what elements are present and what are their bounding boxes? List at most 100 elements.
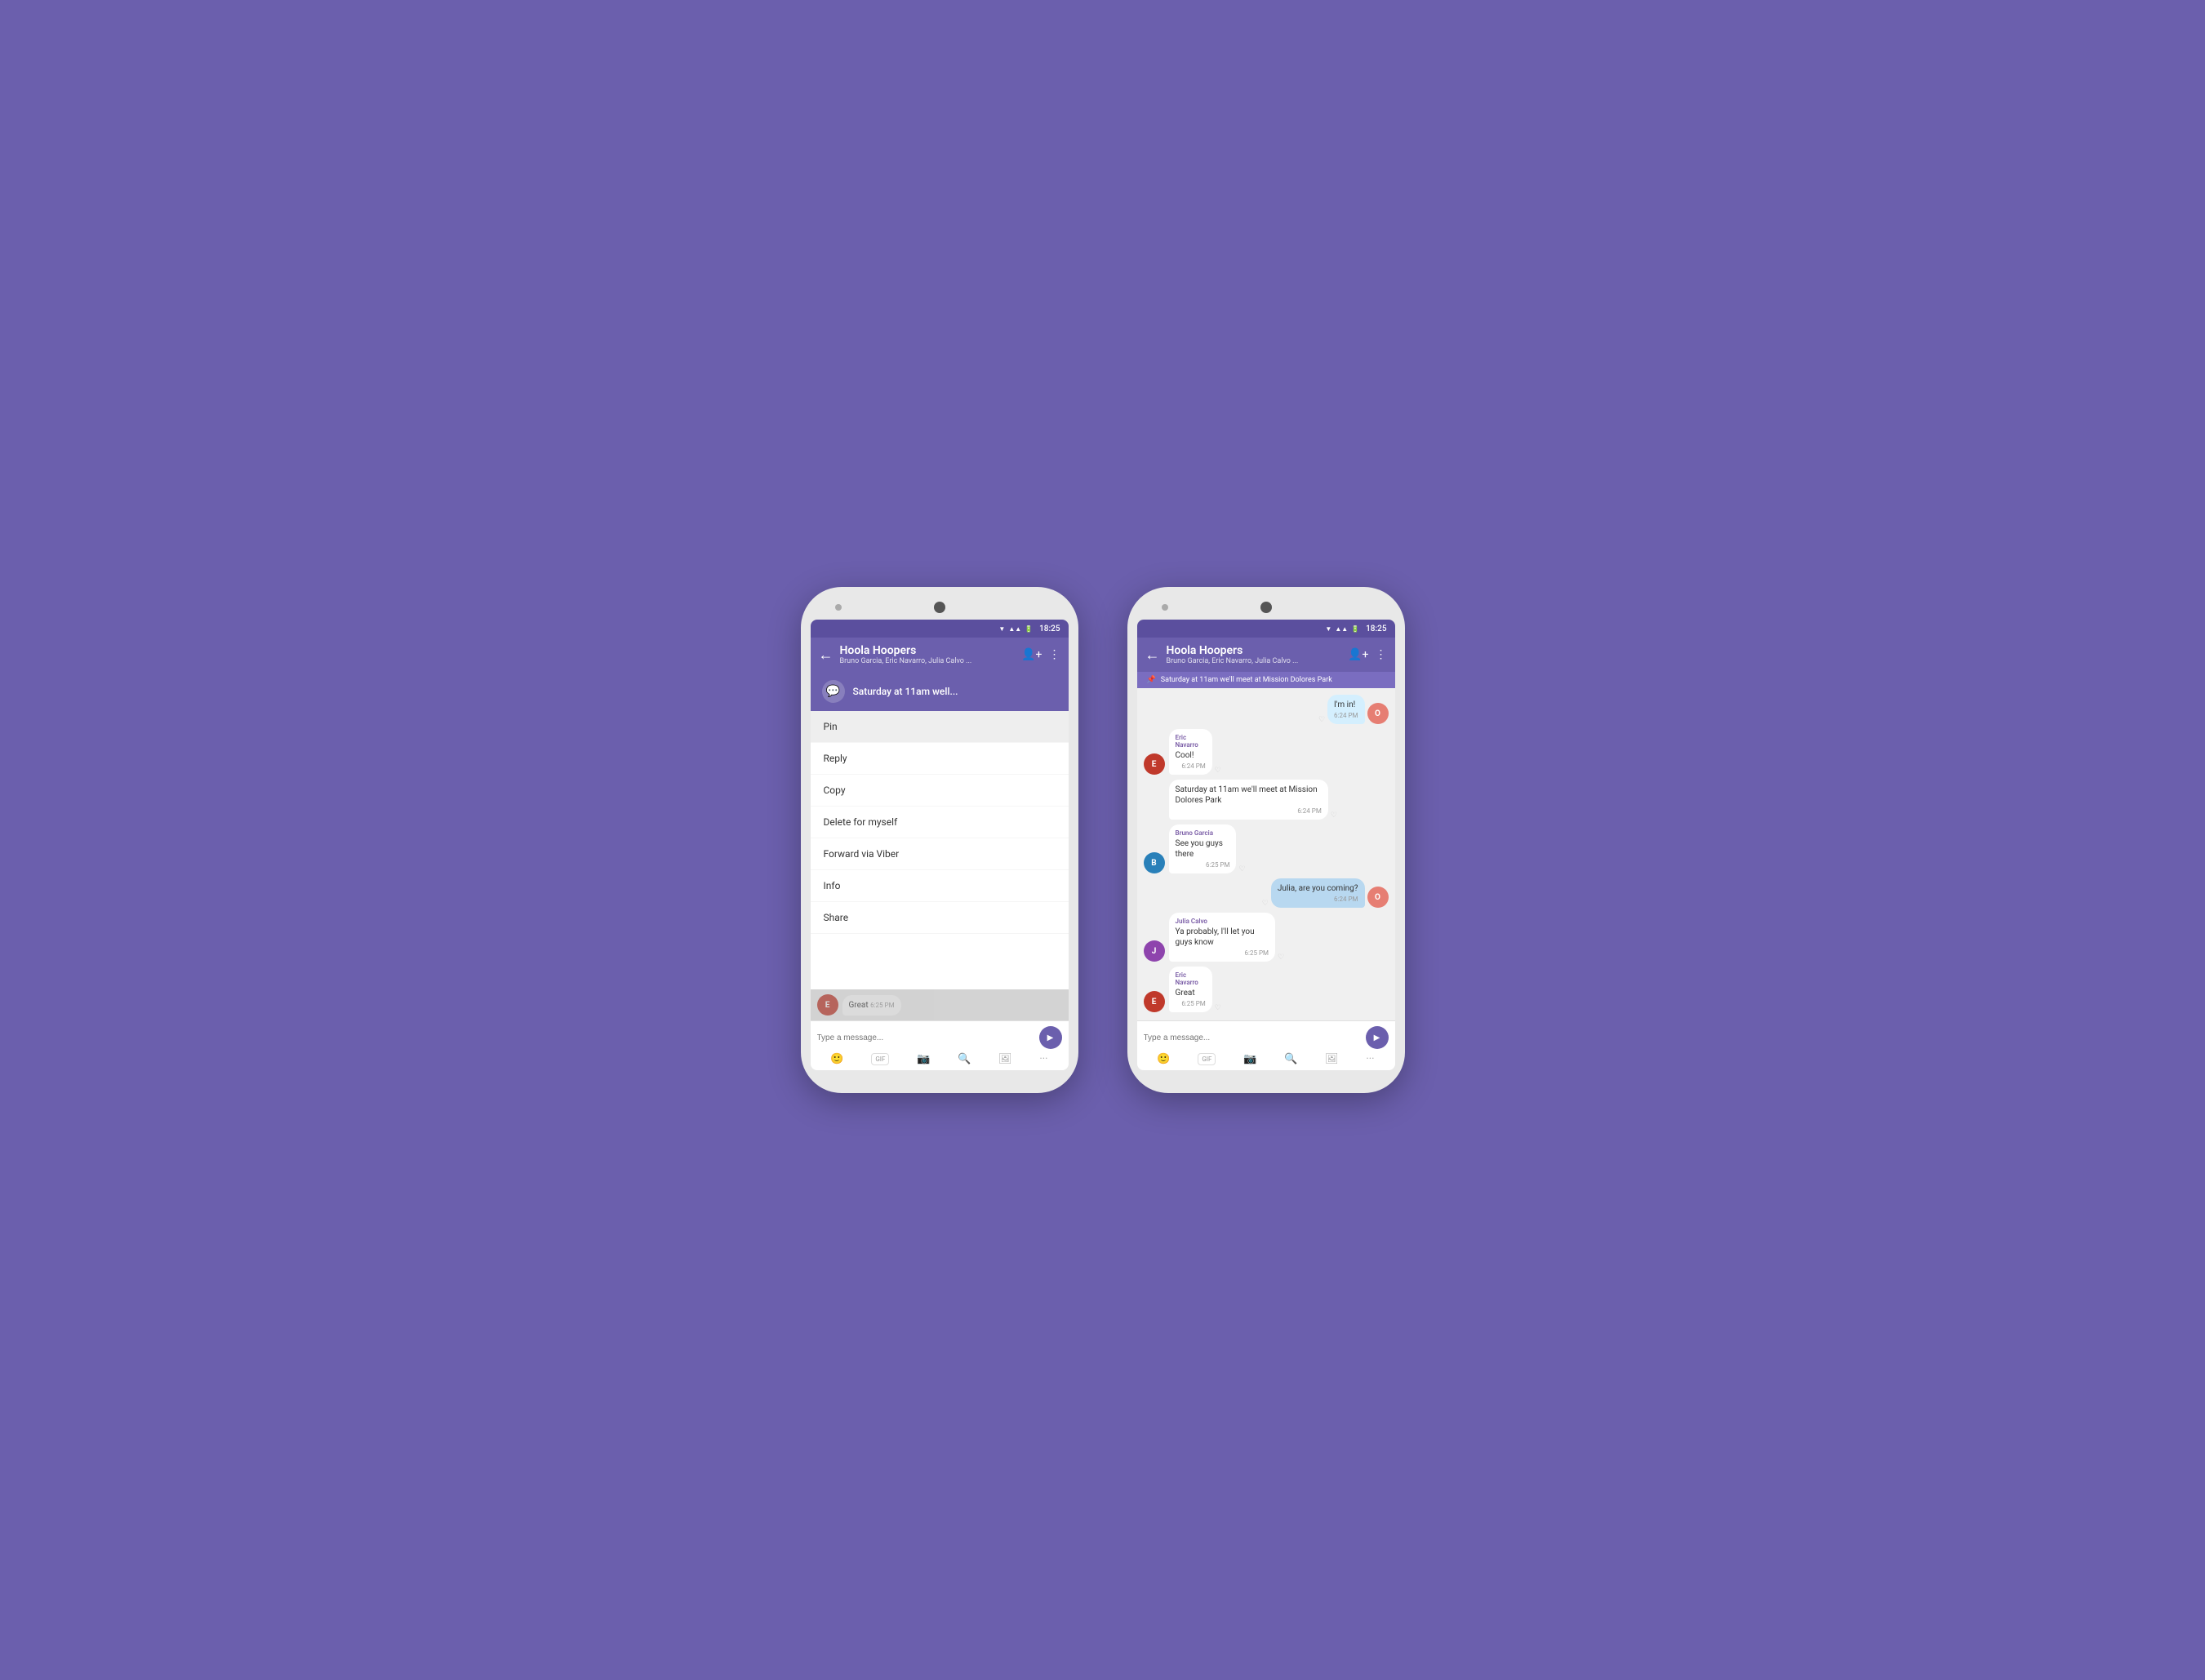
sender-bruno: Bruno Garcia <box>1176 829 1230 837</box>
msg-row-great-left: E Great 6:25 PM <box>817 994 1062 1016</box>
header-title-right: Hoola Hoopers <box>1167 644 1342 657</box>
pinned-banner[interactable]: 📌 Saturday at 11am we'll meet at Mission… <box>1137 672 1395 688</box>
search-icon-left[interactable]: 🔍 <box>958 1053 971 1065</box>
screen-right: ▼ ▲▲ 🔋 18:25 ← Hoola Hoopers Bruno Garci… <box>1137 620 1395 1070</box>
dot-right <box>1038 604 1044 611</box>
battery-icon-right: 🔋 <box>1351 625 1359 633</box>
status-bar-left: ▼ ▲▲ 🔋 18:25 <box>811 620 1069 638</box>
camera-icon-right[interactable]: 📷 <box>1243 1053 1256 1065</box>
add-person-icon-left[interactable]: 👤+ <box>1021 648 1042 661</box>
avatar-outgoing-1: O <box>1367 703 1389 724</box>
msg-row-julia-q: ♡ Julia, are you coming? 6:24 PM O <box>1144 878 1389 908</box>
send-button-left[interactable]: ▶ <box>1039 1026 1062 1049</box>
phone-left: ▼ ▲▲ 🔋 18:25 ← Hoola Hoopers Bruno Garci… <box>801 587 1078 1093</box>
send-icon-left: ▶ <box>1047 1033 1054 1042</box>
msg-with-heart-1: ♡ I'm in! 6:24 PM O <box>1318 695 1389 724</box>
more-toolbar-icon-right[interactable]: ··· <box>1366 1053 1374 1065</box>
status-time-left: 18:25 <box>1039 624 1060 633</box>
chat-area-left: Today I'm in! 6:24 PM � <box>811 672 1069 1020</box>
avatar-great-left: E <box>817 994 838 1016</box>
heart-icon-1[interactable]: ♡ <box>1318 716 1325 724</box>
context-menu-item-forward[interactable]: Forward via Viber <box>811 838 1069 870</box>
context-menu-item-reply[interactable]: Reply <box>811 743 1069 775</box>
header-subtitle-left: Bruno Garcia, Eric Navarro, Julia Calvo … <box>840 657 1016 665</box>
back-button-right[interactable]: ← <box>1145 647 1160 664</box>
bubble-julia-ans: Julia Calvo Ya probably, I'll let you gu… <box>1169 913 1275 962</box>
header-info-right: Hoola Hoopers Bruno Garcia, Eric Navarro… <box>1167 644 1342 665</box>
more-icon-left[interactable]: ⋮ <box>1049 648 1060 661</box>
bottom-visible-msgs: E Great 6:25 PM <box>811 989 1069 1020</box>
header-info-left: Hoola Hoopers Bruno Garcia, Eric Navarro… <box>840 644 1016 665</box>
msg-row-seeyou: B Bruno Garcia See you guys there 6:25 P… <box>1144 824 1389 873</box>
gallery-icon-right[interactable]: 🖼 <box>1325 1053 1339 1065</box>
chat-area-right: ♡ I'm in! 6:24 PM O E <box>1137 688 1395 1020</box>
gif-button-right[interactable]: GIF <box>1198 1053 1216 1065</box>
message-input-right[interactable] <box>1144 1033 1361 1042</box>
context-menu-item-share[interactable]: Share <box>811 902 1069 934</box>
emoji-icon-left[interactable]: 🙂 <box>830 1053 843 1065</box>
header-icons-right: 👤+ ⋮ <box>1348 648 1386 661</box>
signal-icon-left: ▲▲ <box>1008 625 1021 633</box>
heart-icon-5[interactable]: ♡ <box>1262 900 1269 908</box>
avatar-outgoing-2: O <box>1367 887 1389 908</box>
status-icons-left: ▼ ▲▲ 🔋 18:25 <box>998 624 1060 633</box>
message-input-left[interactable] <box>817 1033 1034 1042</box>
status-time-right: 18:25 <box>1366 624 1386 633</box>
gif-button-left[interactable]: GIF <box>871 1053 889 1065</box>
battery-icon-left: 🔋 <box>1025 625 1033 633</box>
heart-icon-4[interactable]: ♡ <box>1238 865 1245 873</box>
status-bar-right: ▼ ▲▲ 🔋 18:25 <box>1137 620 1395 638</box>
wifi-icon-right: ▼ <box>1325 625 1331 633</box>
input-row-left: ▶ <box>817 1026 1062 1049</box>
camera-icon-left[interactable]: 📷 <box>917 1053 930 1065</box>
gallery-icon-left[interactable]: 🖼 <box>998 1053 1012 1065</box>
header-subtitle-right: Bruno Garcia, Eric Navarro, Julia Calvo … <box>1167 657 1342 665</box>
phone-top-left <box>811 602 1069 620</box>
context-menu-item-pin[interactable]: Pin <box>811 711 1069 743</box>
context-menu-body: Pin Reply Copy Delete for myself Forward… <box>811 711 1069 989</box>
avatar-eric-1: E <box>1144 753 1165 775</box>
msg-row-saturday: Saturday at 11am we'll meet at Mission D… <box>1144 780 1389 820</box>
msg-row-im-in: ♡ I'm in! 6:24 PM O <box>1144 695 1389 724</box>
context-menu-item-info[interactable]: Info <box>811 870 1069 902</box>
context-menu-item-delete[interactable]: Delete for myself <box>811 807 1069 838</box>
send-icon-right: ▶ <box>1374 1033 1380 1042</box>
header-title-left: Hoola Hoopers <box>840 644 1016 657</box>
send-button-right[interactable]: ▶ <box>1366 1026 1389 1049</box>
heart-icon-2[interactable]: ♡ <box>1215 767 1221 775</box>
back-button-left[interactable]: ← <box>819 647 834 664</box>
dot-left-right <box>1162 604 1168 611</box>
heart-icon-6[interactable]: ♡ <box>1278 953 1284 962</box>
bubble-im-in: I'm in! 6:24 PM <box>1327 695 1364 724</box>
dot-center <box>934 602 945 613</box>
wifi-icon-left: ▼ <box>998 625 1005 633</box>
heart-icon-7[interactable]: ♡ <box>1215 1004 1221 1012</box>
msg-with-heart-4: Bruno Garcia See you guys there 6:25 PM … <box>1169 824 1260 873</box>
search-icon-right[interactable]: 🔍 <box>1284 1053 1297 1065</box>
msg-with-heart-2: Eric Navarro Cool! 6:24 PM ♡ <box>1169 729 1227 775</box>
avatar-julia: J <box>1144 940 1165 962</box>
context-menu-overlay[interactable]: 💬 Saturday at 11am well... Pin Reply Cop… <box>811 672 1069 1020</box>
more-toolbar-icon-left[interactable]: ··· <box>1039 1053 1047 1065</box>
heart-icon-3[interactable]: ♡ <box>1331 811 1337 820</box>
phone-bottom-right <box>1137 1070 1395 1078</box>
status-icons-right: ▼ ▲▲ 🔋 18:25 <box>1325 624 1386 633</box>
dot-center-right <box>1260 602 1272 613</box>
context-menu-header-text: Saturday at 11am well... <box>853 686 958 697</box>
dot-right-right <box>1364 604 1371 611</box>
sender-eric-2: Eric Navarro <box>1176 971 1206 986</box>
dot-left <box>835 604 842 611</box>
emoji-icon-right[interactable]: 🙂 <box>1157 1053 1170 1065</box>
input-row-right: ▶ <box>1144 1026 1389 1049</box>
pinned-text: Saturday at 11am we'll meet at Mission D… <box>1161 676 1332 684</box>
sender-julia: Julia Calvo <box>1176 918 1269 925</box>
avatar-eric-2: E <box>1144 991 1165 1012</box>
more-icon-right[interactable]: ⋮ <box>1376 648 1387 661</box>
phone-top-right <box>1137 602 1395 620</box>
add-person-icon-right[interactable]: 👤+ <box>1348 648 1368 661</box>
msg-row-great: E Eric Navarro Great 6:25 PM ♡ <box>1144 967 1389 1012</box>
pin-icon: 📌 <box>1147 676 1156 684</box>
context-menu-item-copy[interactable]: Copy <box>811 775 1069 807</box>
msg-with-heart-7: Eric Navarro Great 6:25 PM ♡ <box>1169 967 1227 1012</box>
msg-row-cool: E Eric Navarro Cool! 6:24 PM ♡ <box>1144 729 1389 775</box>
